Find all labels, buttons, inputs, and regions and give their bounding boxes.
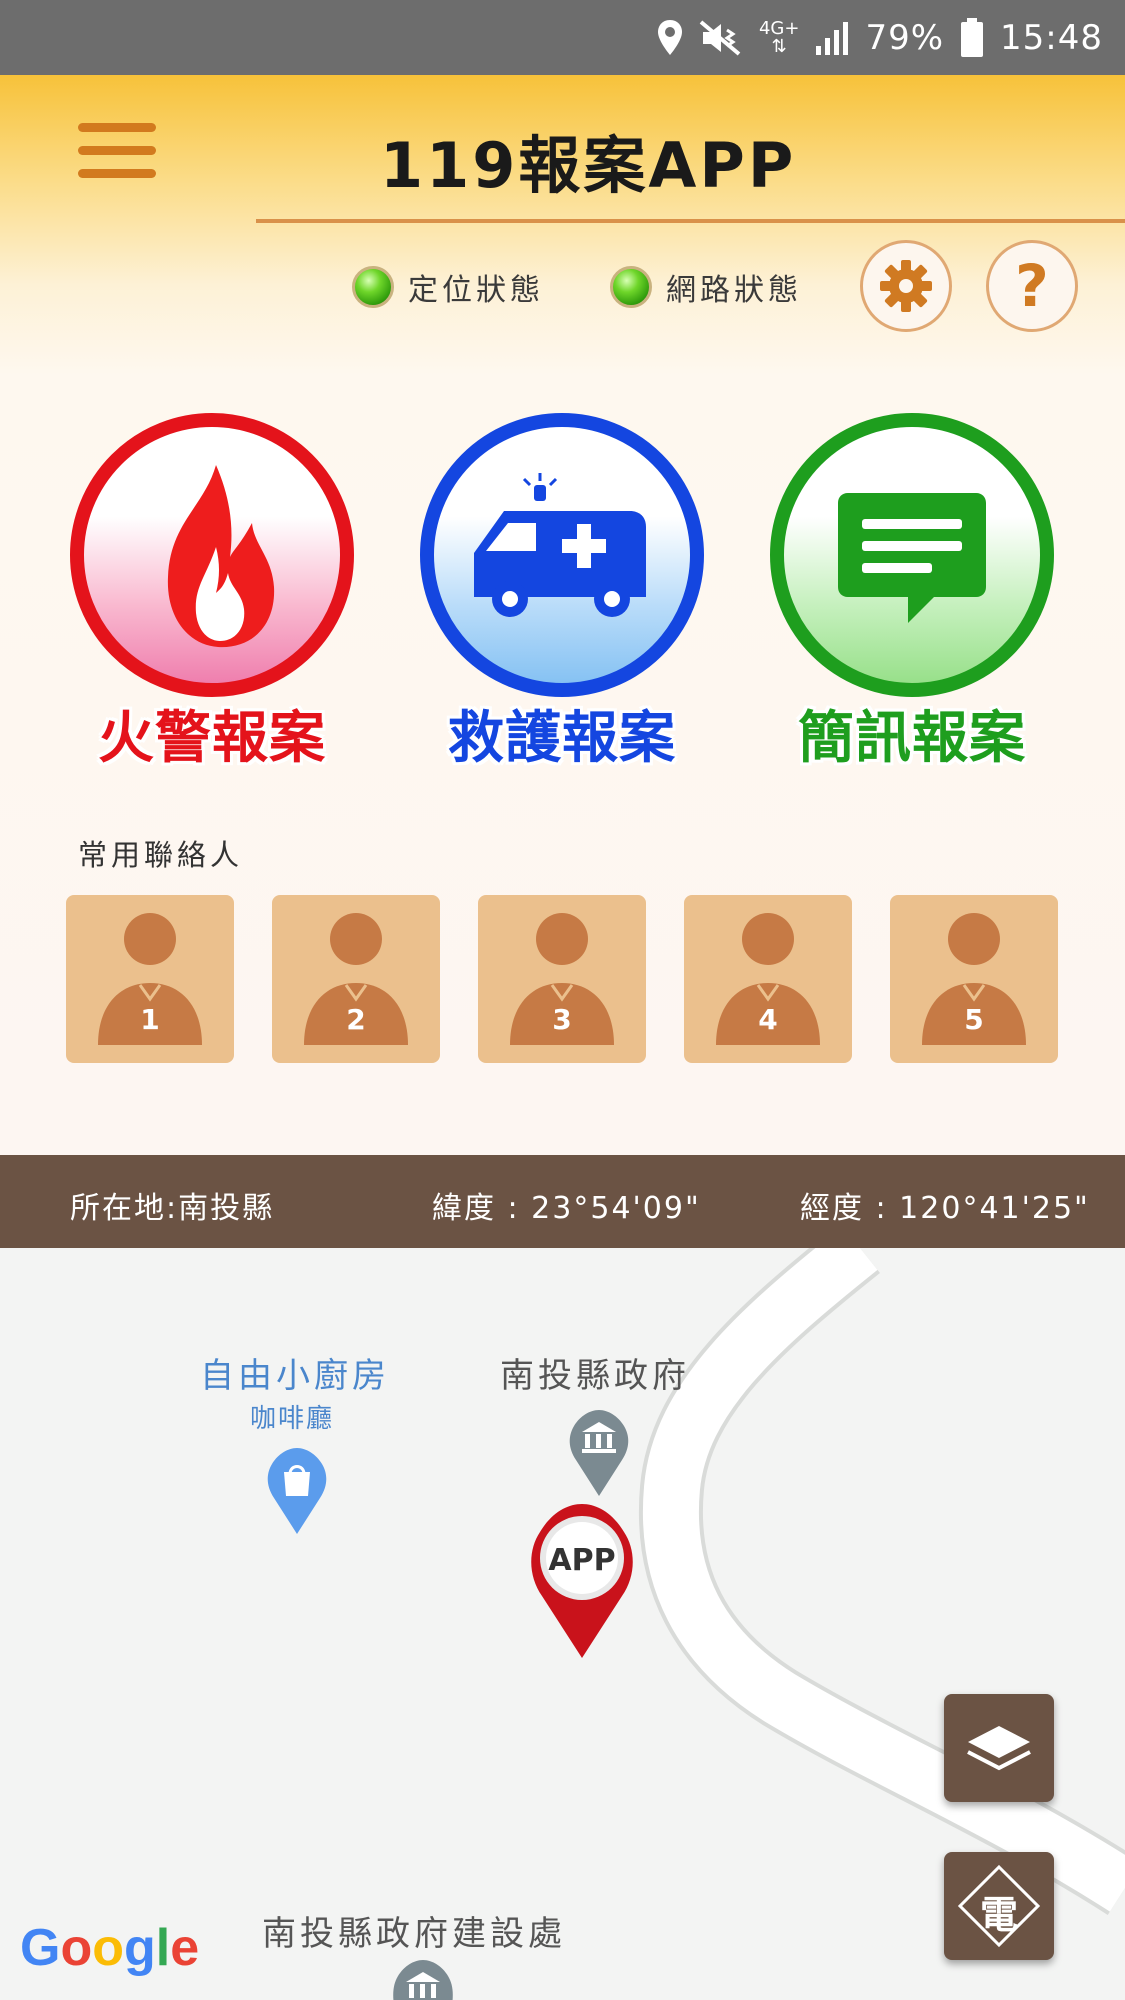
contact-slot-4[interactable]: 4 [684, 895, 852, 1063]
network-type-text: 4G+ [758, 17, 800, 39]
person-icon [304, 913, 408, 1045]
title-divider [256, 219, 1125, 223]
layers-icon [967, 1726, 1031, 1771]
signal-strength-icon [816, 21, 849, 55]
gear-icon [880, 260, 932, 312]
map-view[interactable]: 自由小廚房 咖啡廳 南投縣政府 APP 電 南投縣政府建設處 Google [0, 1248, 1125, 2000]
fire-report-button[interactable]: 火警報案 [62, 413, 362, 771]
ambulance-report-button[interactable]: 救護報案 [412, 413, 712, 771]
ambulance-report-label: 救護報案 [448, 706, 676, 771]
clock: 15:48 [1000, 17, 1103, 58]
google-logo: Google [20, 1919, 200, 1977]
power-button-label: 電 [979, 1893, 1018, 1937]
person-icon [510, 913, 614, 1045]
sms-report-circle [770, 413, 1054, 697]
main-panel: 火警報案 救護報案 簡訊報案 常用聯絡人 1 2 3 4 5 [0, 375, 1125, 1155]
contact-number: 1 [140, 1003, 160, 1036]
poi-name-county-government[interactable]: 南投縣政府 [500, 1348, 690, 1397]
map-layers-button[interactable] [944, 1694, 1054, 1802]
poi-name-construction-department[interactable]: 南投縣政府建設處 [262, 1906, 566, 1955]
fire-report-label: 火警報案 [98, 706, 326, 771]
contact-number: 4 [758, 1003, 778, 1036]
contact-slot-5[interactable]: 5 [890, 895, 1058, 1063]
current-location: 所在地:南投縣 [70, 1191, 275, 1226]
mute-vibrate-icon [699, 19, 741, 56]
location-pin-icon [657, 19, 682, 55]
fire-icon [167, 465, 275, 648]
contact-slot-3[interactable]: 3 [478, 895, 646, 1063]
longitude-readout: 經度 : 120°41'25" [800, 1191, 1090, 1226]
status-bar-right: 4G+ ⇅ 79% 15:48 [657, 0, 1103, 75]
hamburger-menu-icon[interactable] [78, 123, 156, 183]
network-status: 網路狀態 [610, 265, 802, 309]
location-status-led-icon [352, 266, 394, 308]
contact-number: 2 [346, 1003, 366, 1036]
app-title: 119報案APP [380, 129, 797, 202]
marker-label: APP [548, 1543, 615, 1578]
contacts-title: 常用聯絡人 [78, 838, 244, 872]
person-icon [716, 913, 820, 1045]
current-location-marker-icon[interactable]: APP [524, 1500, 640, 1660]
location-status-label: 定位狀態 [408, 273, 544, 308]
battery-icon [961, 17, 984, 57]
sms-report-button[interactable]: 簡訊報案 [762, 413, 1062, 771]
help-button[interactable]: ? [986, 240, 1078, 332]
government-building-pin-icon[interactable] [566, 1408, 632, 1498]
poi-category-cafe: 咖啡廳 [250, 1404, 335, 1434]
contact-number: 5 [964, 1003, 984, 1036]
government-building-pin-icon[interactable] [390, 1958, 456, 2000]
poi-name-cafe[interactable]: 自由小廚房 [200, 1348, 390, 1397]
network-type-indicator: 4G+ ⇅ [758, 17, 800, 57]
app-header: 119報案APP 定位狀態 網路狀態 ? [0, 75, 1125, 375]
sms-report-label: 簡訊報案 [798, 706, 1026, 771]
person-icon [922, 913, 1026, 1045]
network-status-led-icon [610, 266, 652, 308]
battery-percentage: 79% [865, 17, 945, 58]
contact-number: 3 [552, 1003, 572, 1036]
message-bubble-icon [838, 493, 986, 623]
shopping-bag-pin-icon[interactable] [264, 1446, 330, 1536]
contact-slot-2[interactable]: 2 [272, 895, 440, 1063]
settings-button[interactable] [860, 240, 952, 332]
power-button[interactable]: 電 [944, 1852, 1054, 1960]
status-bar: 4G+ ⇅ 79% 15:48 [0, 0, 1125, 75]
person-icon [98, 913, 202, 1045]
question-mark-icon: ? [1015, 252, 1049, 320]
location-status: 定位狀態 [352, 265, 544, 309]
data-arrows-icon: ⇅ [771, 35, 787, 57]
ambulance-report-circle [420, 413, 704, 697]
ambulance-icon [474, 473, 646, 617]
fire-report-circle [70, 413, 354, 697]
latitude-readout: 緯度 : 23°54'09" [432, 1191, 701, 1226]
location-info-bar: 所在地:南投縣 緯度 : 23°54'09" 經度 : 120°41'25" [0, 1155, 1125, 1248]
network-status-label: 網路狀態 [666, 273, 802, 308]
contact-slot-1[interactable]: 1 [66, 895, 234, 1063]
